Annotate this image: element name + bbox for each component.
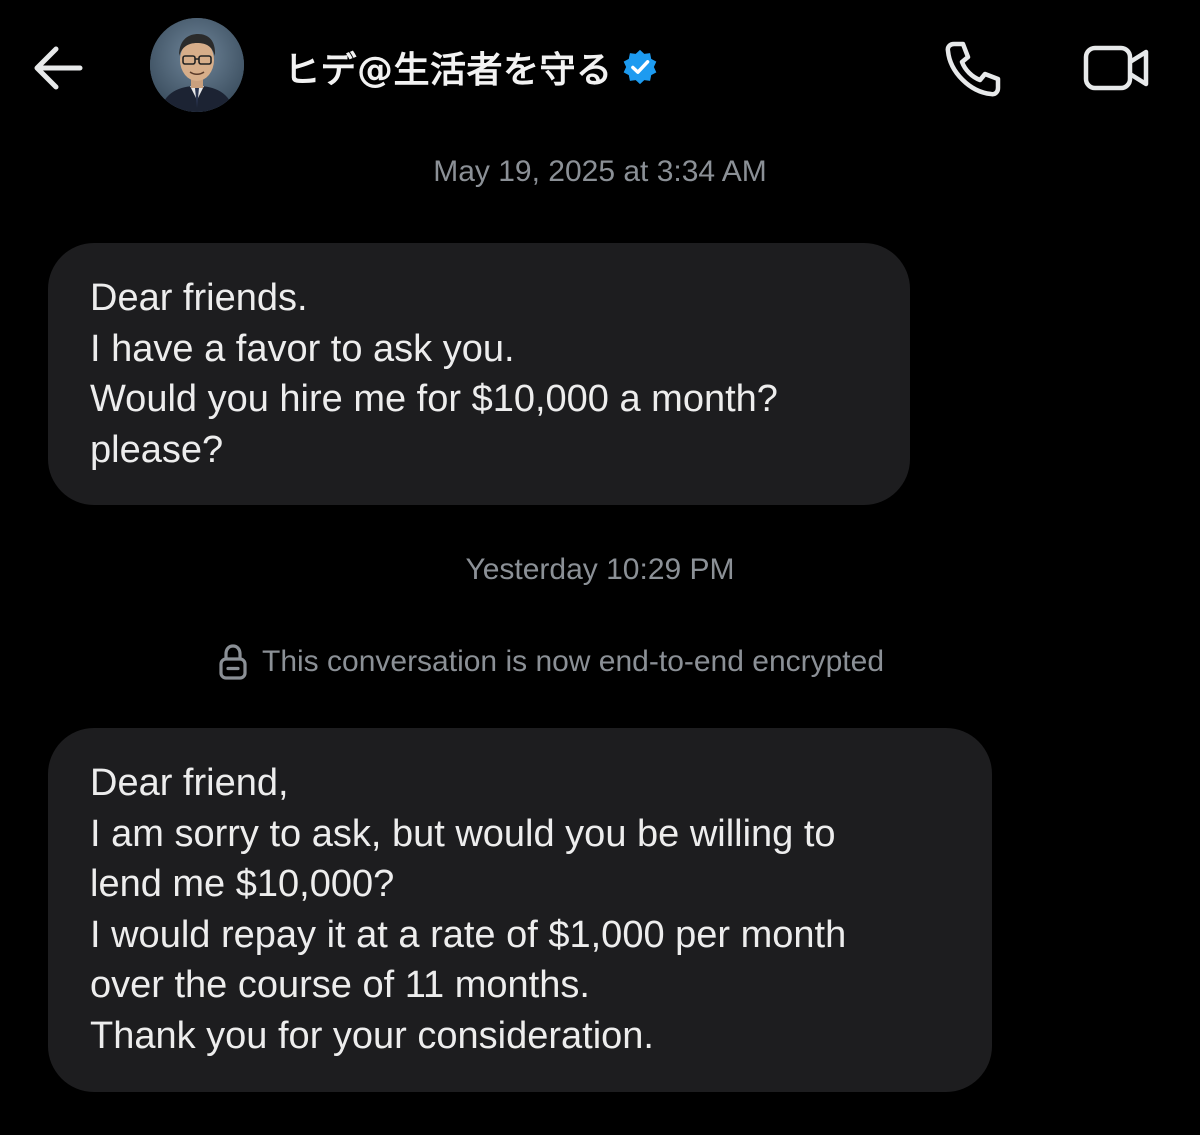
message-line: please? bbox=[90, 428, 224, 471]
timestamp: Yesterday 10:29 PM bbox=[465, 553, 735, 586]
profile-photo bbox=[150, 18, 244, 112]
avatar[interactable] bbox=[150, 18, 244, 112]
phone-icon bbox=[945, 41, 1001, 97]
message-line: over the course of 11 months. bbox=[90, 964, 590, 1006]
chat-header: ヒデ@生活者を守る bbox=[0, 0, 1200, 130]
message-bubble[interactable]: Dear friends. I have a favor to ask you.… bbox=[48, 243, 910, 505]
back-arrow-icon bbox=[34, 46, 83, 90]
message-line: Dear friends. bbox=[90, 277, 308, 319]
call-button[interactable] bbox=[940, 36, 1006, 102]
encryption-notice: This conversation is now end-to-end encr… bbox=[216, 640, 884, 684]
lock-icon bbox=[219, 644, 247, 680]
message-line: I would repay it at a rate of $1,000 per… bbox=[90, 913, 847, 956]
verified-badge-icon bbox=[623, 49, 656, 85]
message-line: Would you hire me for $10,000 a month? bbox=[90, 378, 778, 420]
message-line: I have a favor to ask you. bbox=[90, 327, 515, 370]
video-call-button[interactable] bbox=[1080, 38, 1154, 98]
timestamp: May 19, 2025 at 3:34 AM bbox=[433, 155, 767, 188]
encryption-notice-text: This conversation is now end-to-end encr… bbox=[262, 645, 885, 678]
contact-name-row[interactable]: ヒデ@生活者を守る bbox=[284, 40, 659, 94]
video-camera-icon bbox=[1083, 45, 1149, 91]
contact-name: ヒデ@生活者を守る bbox=[284, 50, 613, 91]
message-line: Dear friend, bbox=[90, 762, 289, 804]
message-line: I am sorry to ask, but would you be will… bbox=[90, 812, 836, 855]
message-line: lend me $10,000? bbox=[90, 863, 395, 905]
message-bubble[interactable]: Dear friend, I am sorry to ask, but woul… bbox=[48, 728, 992, 1092]
message-line: Thank you for your consideration. bbox=[90, 1014, 654, 1057]
back-button[interactable] bbox=[28, 38, 88, 98]
